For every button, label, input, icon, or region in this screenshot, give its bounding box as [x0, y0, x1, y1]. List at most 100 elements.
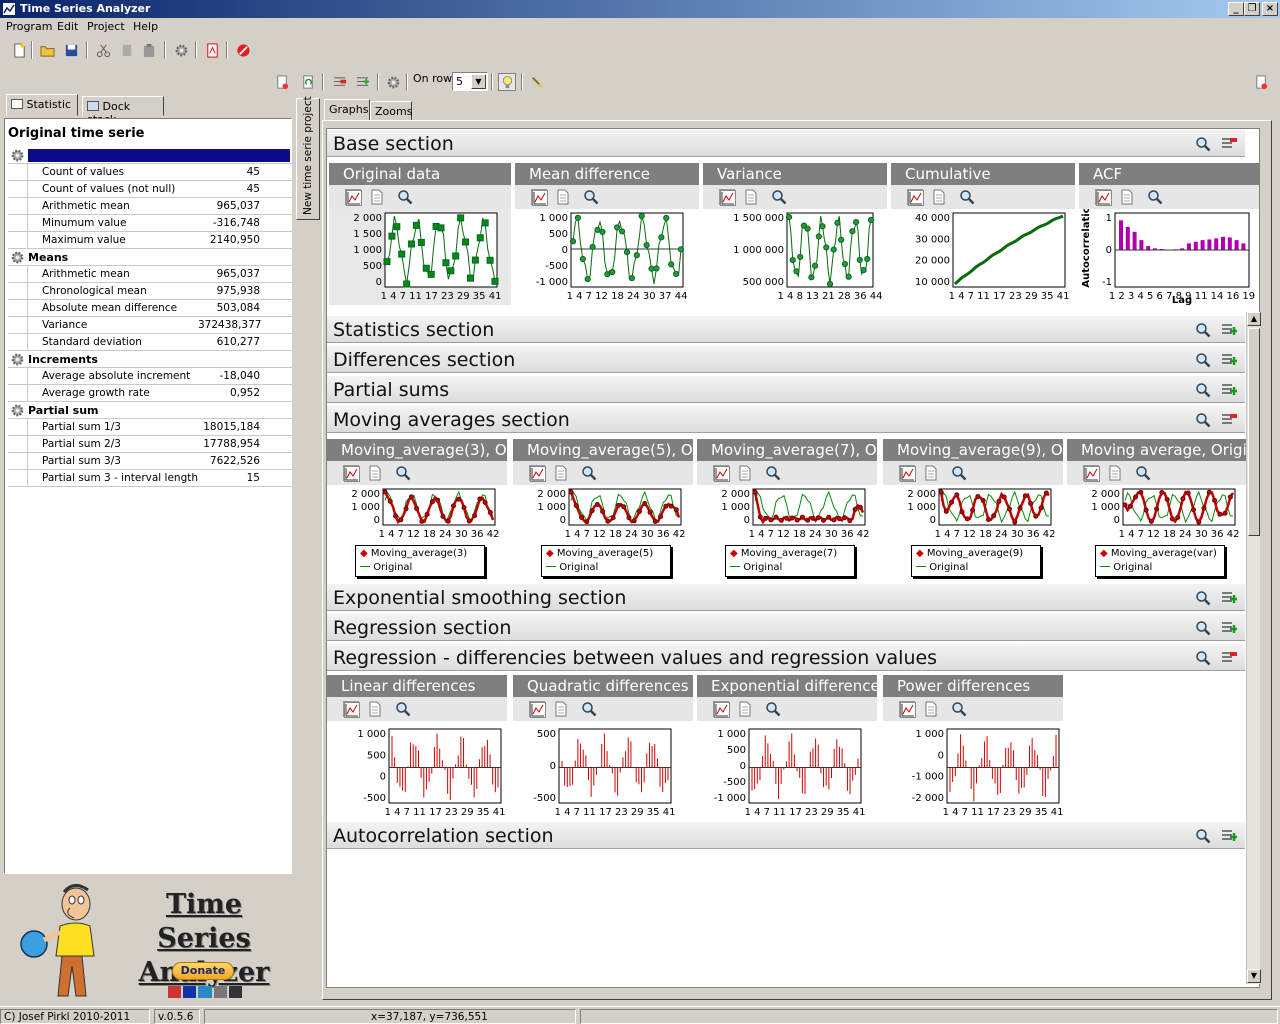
section-regression_diff[interactable]: Regression - differencies between values… [327, 643, 1245, 671]
zoom-icon[interactable] [583, 189, 599, 205]
chart-view-icon[interactable] [529, 465, 546, 482]
chart-view-icon[interactable] [345, 189, 362, 206]
menu-help[interactable]: Help [133, 20, 158, 33]
scroll-up-button[interactable]: ▲ [1247, 312, 1261, 326]
chart-view-icon[interactable] [719, 189, 736, 206]
menu-program[interactable]: Program [6, 20, 52, 33]
stat-row[interactable]: Partial sum 1/3 18015,184 [8, 419, 292, 436]
zoom-icon[interactable] [581, 701, 597, 717]
open-folder-icon[interactable] [38, 41, 56, 59]
zoom-icon[interactable] [765, 701, 781, 717]
zoom-icon[interactable] [959, 189, 975, 205]
group-row[interactable]: Basic characteristics [8, 147, 292, 164]
zoom-icon[interactable] [397, 189, 413, 205]
section-partial[interactable]: Partial sums [327, 375, 1245, 403]
section-statistics[interactable]: Statistics section [327, 315, 1245, 343]
zoom-icon[interactable] [581, 465, 597, 481]
chart-view-icon[interactable] [531, 189, 548, 206]
chart-view-icon[interactable] [529, 701, 546, 718]
stat-row[interactable]: Partial sum 2/3 17788,954 [8, 436, 292, 453]
search-icon[interactable] [1195, 412, 1211, 428]
data-view-icon[interactable] [367, 701, 383, 717]
search-icon[interactable] [1195, 352, 1211, 368]
on-row-select[interactable]: 5 ▼ [452, 72, 488, 91]
menu-edit[interactable]: Edit [57, 20, 78, 33]
section-differences[interactable]: Differences section [327, 345, 1245, 373]
stat-row[interactable]: Partial sum 3 - interval length 15 [8, 470, 292, 487]
group-row[interactable]: Increments [8, 351, 292, 368]
add-list-icon[interactable] [1221, 620, 1238, 636]
config-gear-icon[interactable] [384, 73, 402, 91]
stat-row[interactable]: Count of values (not null) 45 [8, 181, 292, 198]
donate-button[interactable]: Donate [172, 962, 234, 980]
settings-gear-icon[interactable] [172, 41, 190, 59]
data-view-icon[interactable] [931, 189, 947, 205]
stat-row[interactable]: Maximum value 2140,950 [8, 232, 292, 249]
data-view-icon[interactable] [1107, 465, 1123, 481]
search-icon[interactable] [1195, 136, 1211, 152]
chart-view-icon[interactable] [343, 701, 360, 718]
add-list-icon[interactable] [1221, 828, 1238, 844]
zoom-icon[interactable] [1135, 465, 1151, 481]
vertical-scrollbar[interactable]: ▲ ▼ [1246, 312, 1261, 984]
data-view-icon[interactable] [367, 465, 383, 481]
stat-row[interactable]: Variance 372438,377 [8, 317, 292, 334]
pdf-export-icon[interactable] [203, 41, 221, 59]
scroll-thumb[interactable] [1248, 328, 1260, 536]
chevron-down-icon[interactable]: ▼ [471, 74, 486, 89]
remove-project-icon[interactable] [273, 73, 291, 91]
section-exponential[interactable]: Exponential smoothing section [327, 583, 1245, 611]
chart-view-icon[interactable] [899, 701, 916, 718]
search-icon[interactable] [1195, 382, 1211, 398]
search-icon[interactable] [1195, 620, 1211, 636]
zoom-icon[interactable] [765, 465, 781, 481]
zoom-icon[interactable] [951, 465, 967, 481]
new-file-icon[interactable] [10, 41, 28, 59]
stat-row[interactable]: Minumum value -316,748 [8, 215, 292, 232]
chart-view-icon[interactable] [713, 701, 730, 718]
tab-graphs[interactable]: Graphs [324, 99, 370, 121]
zoom-icon[interactable] [1147, 189, 1163, 205]
zoom-icon[interactable] [951, 701, 967, 717]
data-view-icon[interactable] [923, 465, 939, 481]
search-icon[interactable] [1195, 650, 1211, 666]
data-view-icon[interactable] [743, 189, 759, 205]
remove-rows-icon[interactable] [330, 73, 348, 91]
add-list-icon[interactable] [1221, 322, 1238, 338]
close-button[interactable]: × [1262, 2, 1278, 16]
add-rows-icon[interactable] [353, 73, 371, 91]
stat-row[interactable]: Absolute mean difference 503,084 [8, 300, 292, 317]
data-view-icon[interactable] [369, 189, 385, 205]
data-view-icon[interactable] [737, 701, 753, 717]
data-view-icon[interactable] [555, 189, 571, 205]
broom-icon[interactable] [528, 73, 546, 91]
data-view-icon[interactable] [553, 701, 569, 717]
add-list-icon[interactable] [1221, 352, 1238, 368]
data-view-icon[interactable] [1119, 189, 1135, 205]
menu-project[interactable]: Project [87, 20, 125, 33]
data-view-icon[interactable] [553, 465, 569, 481]
stat-row[interactable]: Standard deviation 610,277 [8, 334, 292, 351]
minimize-button[interactable]: _ [1228, 2, 1244, 16]
tab-statistic[interactable]: Statistic [6, 94, 78, 116]
copy-icon[interactable] [118, 41, 136, 59]
lightbulb-icon[interactable] [498, 73, 516, 91]
remove-list-icon[interactable] [1221, 412, 1237, 428]
chart-view-icon[interactable] [713, 465, 730, 482]
tab-zooms[interactable]: Zooms [370, 101, 412, 121]
stat-row[interactable]: Partial sum 3/3 7622,526 [8, 453, 292, 470]
section-base[interactable]: Base section [327, 129, 1245, 157]
remove-list-icon[interactable] [1221, 136, 1237, 152]
chart-view-icon[interactable] [1083, 465, 1100, 482]
scroll-down-button[interactable]: ▼ [1247, 969, 1261, 983]
data-view-icon[interactable] [923, 701, 939, 717]
zoom-icon[interactable] [395, 465, 411, 481]
tab-new-time-serie-project[interactable]: New time serie project [296, 96, 320, 220]
stat-row[interactable]: Arithmetic mean 965,037 [8, 198, 292, 215]
close-project-icon[interactable] [1252, 73, 1270, 91]
section-moving[interactable]: Moving averages section [327, 405, 1245, 433]
stat-row[interactable]: Arithmetic mean 965,037 [8, 266, 292, 283]
data-view-icon[interactable] [737, 465, 753, 481]
chart-view-icon[interactable] [1095, 189, 1112, 206]
tab-dock-stack[interactable]: Dock stack [82, 96, 164, 126]
